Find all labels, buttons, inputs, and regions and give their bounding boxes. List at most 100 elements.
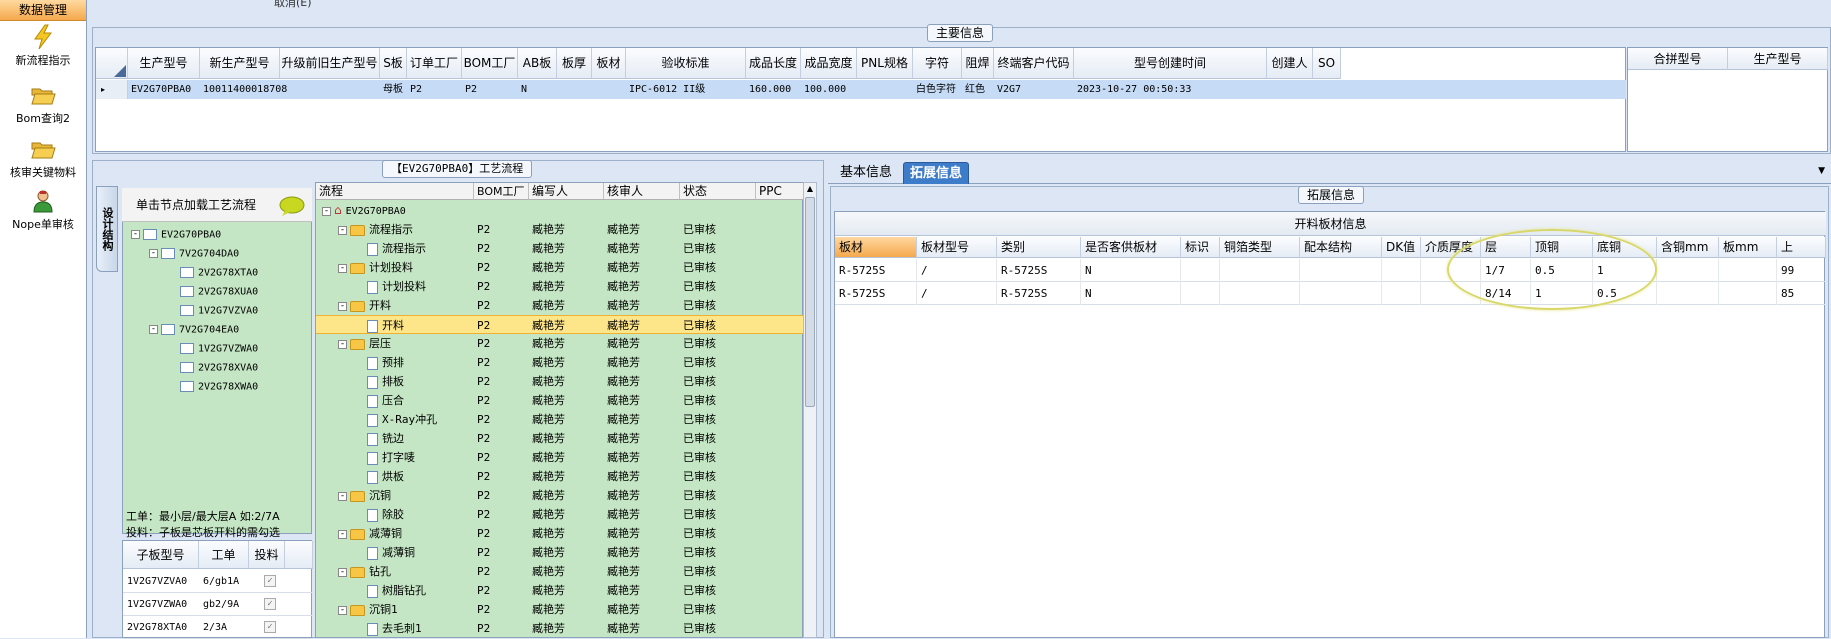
feed-checkbox[interactable]: ✓: [264, 598, 276, 610]
flow-row[interactable]: - 开料 P2 臧艳芳 臧艳芳 已审核: [316, 296, 804, 315]
col-header[interactable]: SO: [1313, 48, 1341, 79]
table-row[interactable]: 1V2G7VZVA0 6/gb1A ✓: [123, 570, 313, 593]
flow-row[interactable]: - 减薄铜 P2 臧艳芳 臧艳芳 已审核: [316, 524, 804, 543]
tree-expander-icon[interactable]: -: [131, 230, 140, 239]
feed-checkbox[interactable]: ✓: [264, 621, 276, 633]
flow-row[interactable]: - 沉铜1 P2 臧艳芳 臧艳芳 已审核: [316, 600, 804, 619]
tree-expander-icon[interactable]: -: [149, 325, 158, 334]
nav-item-new-flow[interactable]: 新流程指示: [0, 24, 86, 68]
tree-expander-icon[interactable]: -: [338, 339, 347, 349]
col-header[interactable]: 配本结构: [1300, 237, 1382, 258]
col-header[interactable]: 成品宽度: [801, 48, 857, 79]
tree-node[interactable]: 2V2G78XVA0: [167, 362, 258, 374]
table-row[interactable]: 2V2G78XTA0 2/3A ✓: [123, 616, 313, 639]
table-row[interactable]: 1V2G7VZWA0 gb2/9A ✓: [123, 593, 313, 616]
col-header[interactable]: 类别: [997, 237, 1081, 258]
col-bom-factory[interactable]: BOM工厂: [474, 183, 529, 200]
flow-row[interactable]: 压合 P2 臧艳芳 臧艳芳 已审核: [316, 391, 804, 410]
structure-tree[interactable]: - EV2G70PBA0-7V2G704DA0 2V2G78XTA0 2V2G78XU…: [122, 188, 312, 534]
subboard-grid[interactable]: 子板型号 工单 投料 1V2G7VZVA0 6/gb1A ✓ 1V2G7VZWA0 gb…: [122, 540, 313, 639]
flow-row[interactable]: - 钻孔 P2 臧艳芳 臧艳芳 已审核: [316, 562, 804, 581]
col-header[interactable]: 板厚: [557, 48, 592, 79]
col-reviewer[interactable]: 核审人: [604, 183, 680, 200]
col-header[interactable]: 上: [1777, 237, 1826, 258]
col-header[interactable]: S板: [380, 48, 407, 79]
col-header[interactable]: 验收标准: [626, 48, 746, 79]
col-header[interactable]: 阻焊: [962, 48, 994, 79]
flow-row[interactable]: 开料 P2 臧艳芳 臧艳芳 已审核: [316, 315, 804, 334]
tree-expander-icon[interactable]: -: [149, 249, 158, 258]
col-header[interactable]: 新生产型号: [200, 48, 280, 79]
col-header[interactable]: 板材型号: [917, 237, 997, 258]
flow-row[interactable]: - 层压 P2 臧艳芳 臧艳芳 已审核: [316, 334, 804, 353]
tree-node[interactable]: - EV2G70PBA0: [131, 229, 221, 241]
flow-row[interactable]: - 流程指示 P2 臧艳芳 臧艳芳 已审核: [316, 220, 804, 239]
cutting-material-grid[interactable]: 开料板材信息 板材 板材型号 类别 是否客供板材 标识 铜箔类型 配本结构 DK值 介质厚度层顶…: [834, 211, 1826, 638]
table-row[interactable]: ▸ EV2G70PBA0 10011400018708 母板 P2 P2 N IPC-601…: [96, 80, 1626, 99]
feed-checkbox[interactable]: ✓: [264, 575, 276, 587]
flow-row[interactable]: X-Ray冲孔 P2 臧艳芳 臧艳芳 已审核: [316, 410, 804, 429]
table-row[interactable]: R-5725S / R-5725S N 8/14 1 0.5 85: [835, 282, 1826, 305]
tree-expander-icon[interactable]: -: [338, 567, 347, 577]
flow-row[interactable]: 计划投料 P2 臧艳芳 臧艳芳 已审核: [316, 277, 804, 296]
col-header[interactable]: 型号创建时间: [1074, 48, 1267, 79]
flow-row[interactable]: 流程指示 P2 臧艳芳 臧艳芳 已审核: [316, 239, 804, 258]
tree-node[interactable]: 2V2G78XWA0: [167, 381, 258, 393]
tree-expander-icon[interactable]: -: [338, 529, 347, 539]
col-header[interactable]: 板材: [835, 237, 917, 258]
tree-expander-icon[interactable]: -: [338, 225, 347, 235]
flow-row[interactable]: 减薄铜 P2 臧艳芳 臧艳芳 已审核: [316, 543, 804, 562]
tree-expander-icon[interactable]: -: [322, 206, 331, 216]
col-merge-model[interactable]: 合拼型号: [1628, 48, 1728, 70]
col-feed[interactable]: 投料: [249, 541, 285, 569]
scroll-up-icon[interactable]: ▲: [805, 184, 815, 194]
col-flow[interactable]: 流程: [316, 183, 474, 200]
nav-item-key-material[interactable]: 核审关键物料: [0, 136, 86, 180]
tree-node[interactable]: 2V2G78XUA0: [167, 286, 258, 298]
tree-expander-icon[interactable]: -: [338, 605, 347, 615]
scroll-thumb[interactable]: [805, 197, 815, 407]
col-status[interactable]: 状态: [680, 183, 756, 200]
flow-scrollbar[interactable]: ▲: [803, 182, 817, 638]
tree-expander-icon[interactable]: -: [338, 263, 347, 273]
col-header[interactable]: 铜箔类型: [1220, 237, 1300, 258]
tree-expander-icon[interactable]: -: [338, 491, 347, 501]
flow-row[interactable]: - 计划投料 P2 臧艳芳 臧艳芳 已审核: [316, 258, 804, 277]
col-header[interactable]: 板mm: [1719, 237, 1777, 258]
table-row[interactable]: R-5725S / R-5725S N 1/7 0.5 1 99: [835, 259, 1826, 282]
flow-row[interactable]: 去毛刺1 P2 臧艳芳 臧艳芳 已审核: [316, 619, 804, 638]
col-header[interactable]: 板材: [592, 48, 626, 79]
flow-row[interactable]: 预排 P2 臧艳芳 臧艳芳 已审核: [316, 353, 804, 372]
tree-expander-icon[interactable]: -: [338, 301, 347, 311]
tree-node[interactable]: 1V2G7VZWA0: [167, 343, 258, 355]
merge-model-grid[interactable]: 合拼型号 生产型号: [1627, 47, 1828, 152]
top-partial-text[interactable]: 取消(E): [274, 0, 312, 10]
flow-row[interactable]: - ⌂ EV2G70PBA0: [316, 201, 804, 220]
process-flow-tree[interactable]: 流程 BOM工厂 编写人 核审人 状态 PPC - ⌂ EV2G70PBA0- 流程指…: [315, 182, 804, 638]
flow-row[interactable]: 除胶 P2 臧艳芳 臧艳芳 已审核: [316, 505, 804, 524]
tree-node[interactable]: - 7V2G704EA0: [149, 324, 239, 336]
flow-row[interactable]: - 沉铜 P2 臧艳芳 臧艳芳 已审核: [316, 486, 804, 505]
col-workorder[interactable]: 工单: [199, 541, 249, 569]
col-header[interactable]: 升级前旧生产型号: [280, 48, 380, 79]
flow-row[interactable]: 打字唛 P2 臧艳芳 臧艳芳 已审核: [316, 448, 804, 467]
col-header[interactable]: 终端客户代码: [994, 48, 1074, 79]
col-header[interactable]: DK值: [1382, 237, 1421, 258]
col-header[interactable]: 创建人: [1267, 48, 1313, 79]
col-production-model[interactable]: 生产型号: [1728, 48, 1828, 70]
col-header[interactable]: AB板: [518, 48, 557, 79]
col-writer[interactable]: 编写人: [529, 183, 604, 200]
col-ppc[interactable]: PPC: [756, 183, 804, 200]
tree-node[interactable]: - 7V2G704DA0: [149, 248, 239, 260]
col-header[interactable]: BOM工厂: [462, 48, 518, 79]
nav-header[interactable]: 数据管理: [0, 0, 86, 21]
col-header[interactable]: 标识: [1181, 237, 1220, 258]
flow-row[interactable]: 铣边 P2 臧艳芳 臧艳芳 已审核: [316, 429, 804, 448]
col-header[interactable]: 生产型号: [128, 48, 200, 79]
col-header[interactable]: PNL规格: [857, 48, 913, 79]
main-info-grid[interactable]: 生产型号 新生产型号 升级前旧生产型号 S板 订单工厂 BOM工厂 AB板 板厚 板材 验收标准 成…: [95, 47, 1626, 152]
col-header[interactable]: 含铜mm: [1657, 237, 1719, 258]
nav-item-bom-query[interactable]: Bom查询2: [0, 82, 86, 126]
col-header[interactable]: 订单工厂: [407, 48, 462, 79]
col-sub-model[interactable]: 子板型号: [123, 541, 199, 569]
